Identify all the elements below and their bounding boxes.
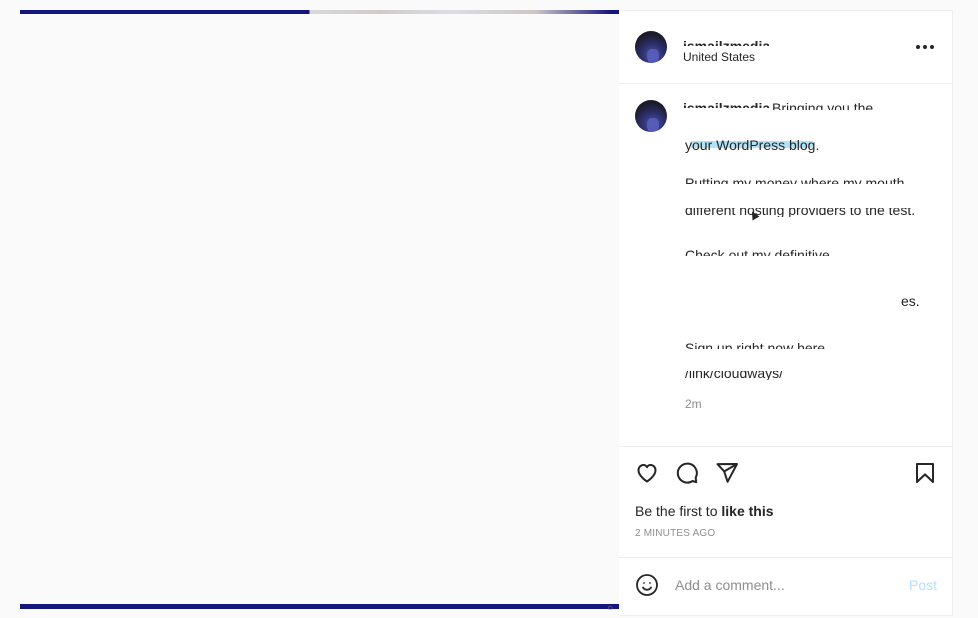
post-media[interactable] — [0, 0, 619, 616]
avatar[interactable] — [635, 31, 667, 63]
caption-username[interactable]: ismailzmedia — [683, 101, 770, 108]
partial-glyph: ○ — [607, 603, 614, 614]
post-username[interactable]: ismailzmedia — [683, 39, 770, 46]
heart-icon[interactable] — [635, 461, 659, 485]
caption-line: Sign up right now here — [685, 341, 826, 349]
more-horizontal-icon-dot — [930, 45, 934, 49]
caption-line: different hosting providers to the test. — [685, 208, 915, 217]
paper-plane-icon[interactable] — [715, 461, 739, 485]
smiley-icon[interactable] — [635, 573, 659, 597]
post-location[interactable]: United States — [683, 50, 755, 64]
caption-text: /link/cloudways/ — [685, 371, 784, 380]
caption-line: Putting my money where my mouth — [685, 176, 905, 184]
caption-line: es. — [901, 298, 920, 309]
caption-link[interactable]: /link/cloudways/ — [685, 371, 783, 380]
more-options-button[interactable] — [913, 35, 937, 59]
more-horizontal-icon — [916, 45, 920, 49]
caption-line: Bringing you the — [772, 101, 873, 110]
caption-line: Check out my definitive — [685, 248, 830, 256]
likes-prefix: Be the first to — [635, 503, 722, 519]
comment-input[interactable] — [675, 572, 895, 598]
post-side-panel: ismailzmedia United States ismailzmedia … — [619, 10, 953, 616]
post-comment-button[interactable]: Post — [909, 577, 937, 593]
caption-timestamp[interactable]: 2m — [685, 397, 702, 411]
like-this-link[interactable]: like this — [721, 503, 773, 519]
posted-time[interactable]: 2 MINUTES AGO — [635, 528, 715, 539]
more-horizontal-icon-dot — [923, 45, 927, 49]
caption-avatar[interactable] — [635, 100, 667, 132]
caption-area: ismailzmedia Bringing you the your WordP… — [619, 84, 952, 446]
comment-bar: Post — [619, 557, 952, 618]
post-header: ismailzmedia United States — [619, 11, 952, 84]
caption-line: your WordPress blog. — [685, 137, 820, 153]
likes-summary: Be the first to like this — [635, 503, 774, 519]
caption-text: es. — [901, 298, 920, 309]
media-bottom-edge — [20, 604, 619, 609]
speech-bubble-icon[interactable] — [675, 461, 699, 485]
media-top-edge — [20, 10, 619, 14]
bookmark-icon[interactable] — [913, 461, 937, 485]
caption-text: different hosting providers to the test. — [685, 208, 916, 217]
caption-text: Bringing you the — [772, 101, 874, 110]
action-bar: Be the first to like this 2 MINUTES AGO — [619, 446, 952, 558]
